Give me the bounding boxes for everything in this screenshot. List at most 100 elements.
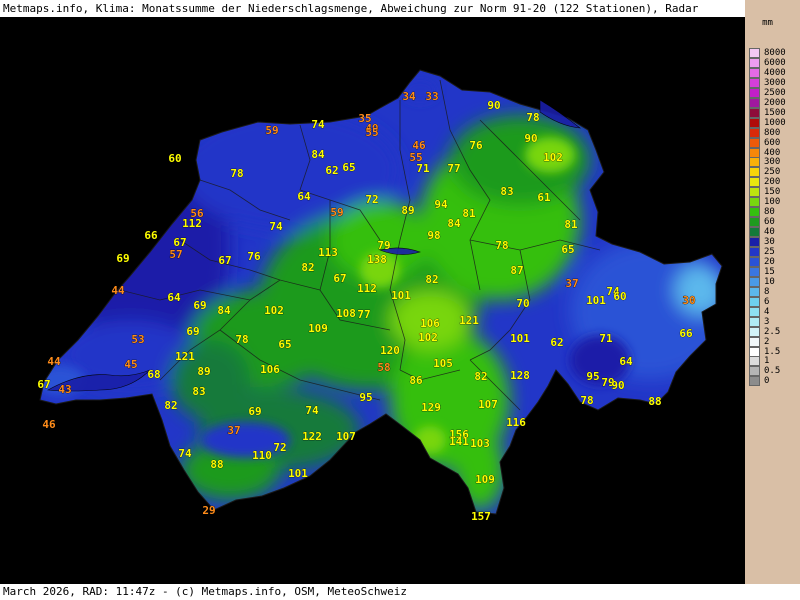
station-value-label: 101 bbox=[288, 467, 308, 480]
legend-swatch bbox=[749, 137, 760, 148]
legend-swatch bbox=[749, 147, 760, 158]
station-value-label: 90 bbox=[611, 379, 624, 392]
station-value-label: 43 bbox=[58, 383, 71, 396]
legend-label: 20 bbox=[764, 256, 775, 267]
legend-label: 80 bbox=[764, 207, 775, 218]
legend-label: 15 bbox=[764, 266, 775, 277]
precipitation-map[interactable]: 34 33 90 78 74 35 49 55 59 90 46 76 102 60 84 55 78 62 65 7… bbox=[0, 17, 745, 584]
station-value-label: 78 bbox=[580, 394, 593, 407]
legend-class: 200 bbox=[745, 177, 800, 188]
station-value-label: 61 bbox=[537, 191, 551, 204]
legend-class: 2000 bbox=[745, 97, 800, 108]
legend-swatch bbox=[749, 187, 760, 198]
station-value-label: 62 bbox=[550, 336, 563, 349]
station-value-label: 69 bbox=[193, 299, 206, 312]
legend-class: 25 bbox=[745, 247, 800, 257]
station-value-label: 128 bbox=[510, 369, 530, 382]
station-value-label: 45 bbox=[124, 358, 137, 371]
legend-swatch bbox=[749, 127, 760, 138]
legend-class: 600 bbox=[745, 137, 800, 148]
station-value-label: 60 bbox=[168, 152, 181, 165]
legend-label: 1000 bbox=[764, 117, 786, 128]
legend-label: 200 bbox=[764, 177, 781, 188]
station-value-label: 79 bbox=[377, 239, 390, 252]
station-value-label: 84 bbox=[447, 217, 461, 230]
legend-label: 600 bbox=[764, 137, 781, 148]
legend-class: 0.5 bbox=[745, 366, 800, 377]
station-value-label: 78 bbox=[235, 333, 248, 346]
station-value-label: 77 bbox=[447, 162, 460, 175]
station-value-label: 53 bbox=[131, 333, 144, 346]
station-value-label: 76 bbox=[469, 139, 483, 152]
legend-swatch bbox=[749, 157, 760, 168]
station-value-label: 65 bbox=[561, 243, 574, 256]
legend-label: 10 bbox=[764, 276, 775, 287]
legend-class: 3000 bbox=[745, 77, 800, 88]
station-value-label: 65 bbox=[342, 161, 355, 174]
station-value-label: 78 bbox=[526, 111, 539, 124]
station-value-label: 102 bbox=[418, 331, 438, 344]
station-value-label: 64 bbox=[167, 291, 181, 304]
legend-label: 4 bbox=[764, 306, 770, 317]
legend-class: 0 bbox=[745, 376, 800, 387]
legend-swatch bbox=[749, 296, 760, 307]
legend-swatch bbox=[749, 356, 760, 367]
legend-swatch bbox=[749, 316, 760, 327]
legend-class: 150 bbox=[745, 187, 800, 198]
legend-label: 800 bbox=[764, 127, 781, 138]
station-value-label: 77 bbox=[357, 308, 370, 321]
station-value-label: 106 bbox=[260, 363, 280, 376]
station-value-label: 94 bbox=[434, 198, 448, 211]
station-value-label: 109 bbox=[475, 473, 495, 486]
station-value-label: 157 bbox=[471, 510, 491, 523]
station-value-label: 88 bbox=[648, 395, 661, 408]
station-value-label: 101 bbox=[510, 332, 530, 345]
station-value-label: 44 bbox=[111, 284, 125, 297]
legend-label: 0 bbox=[764, 376, 770, 387]
legend-class: 800 bbox=[745, 127, 800, 138]
legend-unit: mm bbox=[762, 18, 773, 28]
station-value-label: 78 bbox=[495, 239, 508, 252]
legend-swatch bbox=[749, 366, 760, 377]
legend-class: 10 bbox=[745, 276, 800, 287]
station-value-label: 33 bbox=[425, 90, 438, 103]
station-value-label: 101 bbox=[391, 289, 411, 302]
station-value-label: 84 bbox=[311, 148, 325, 161]
station-value-label: 105 bbox=[433, 357, 453, 370]
legend-class: 6 bbox=[745, 296, 800, 307]
station-value-label: 67 bbox=[218, 254, 231, 267]
station-value-label: 67 bbox=[37, 378, 50, 391]
station-value-label: 141 bbox=[449, 435, 469, 448]
station-value-label: 69 bbox=[186, 325, 199, 338]
station-value-label: 81 bbox=[564, 218, 578, 231]
legend-class: 100 bbox=[745, 197, 800, 208]
station-value-label: 74 bbox=[178, 447, 192, 460]
station-value-label: 90 bbox=[487, 99, 500, 112]
station-value-label: 106 bbox=[420, 317, 440, 330]
station-value-label: 88 bbox=[210, 458, 223, 471]
station-value-label: 60 bbox=[613, 290, 626, 303]
legend-label: 0.5 bbox=[764, 366, 781, 377]
footer-credit: March 2026, RAD: 11:47z - (c) Metmaps.in… bbox=[0, 584, 800, 600]
legend-swatch bbox=[749, 77, 760, 88]
station-value-label: 95 bbox=[359, 391, 372, 404]
station-value-label: 72 bbox=[273, 441, 286, 454]
station-value-label: 89 bbox=[197, 365, 210, 378]
legend-label: 300 bbox=[764, 157, 781, 168]
station-value-label: 90 bbox=[524, 132, 537, 145]
legend-swatch bbox=[749, 117, 760, 128]
station-value-label: 116 bbox=[506, 416, 526, 429]
station-value-label: 71 bbox=[599, 332, 613, 345]
station-value-label: 72 bbox=[365, 193, 378, 206]
legend-class: 250 bbox=[745, 167, 800, 178]
station-value-label: 66 bbox=[144, 229, 158, 242]
legend-class: 80 bbox=[745, 207, 800, 218]
station-value-label: 107 bbox=[336, 430, 356, 443]
legend-label: 40 bbox=[764, 227, 775, 238]
legend-label: 100 bbox=[764, 197, 781, 208]
station-value-label: 129 bbox=[421, 401, 441, 414]
legend-class: 30 bbox=[745, 237, 800, 248]
legend-class: 8000 bbox=[745, 48, 800, 58]
legend-label: 1 bbox=[764, 356, 770, 367]
station-value-label: 46 bbox=[42, 418, 56, 431]
